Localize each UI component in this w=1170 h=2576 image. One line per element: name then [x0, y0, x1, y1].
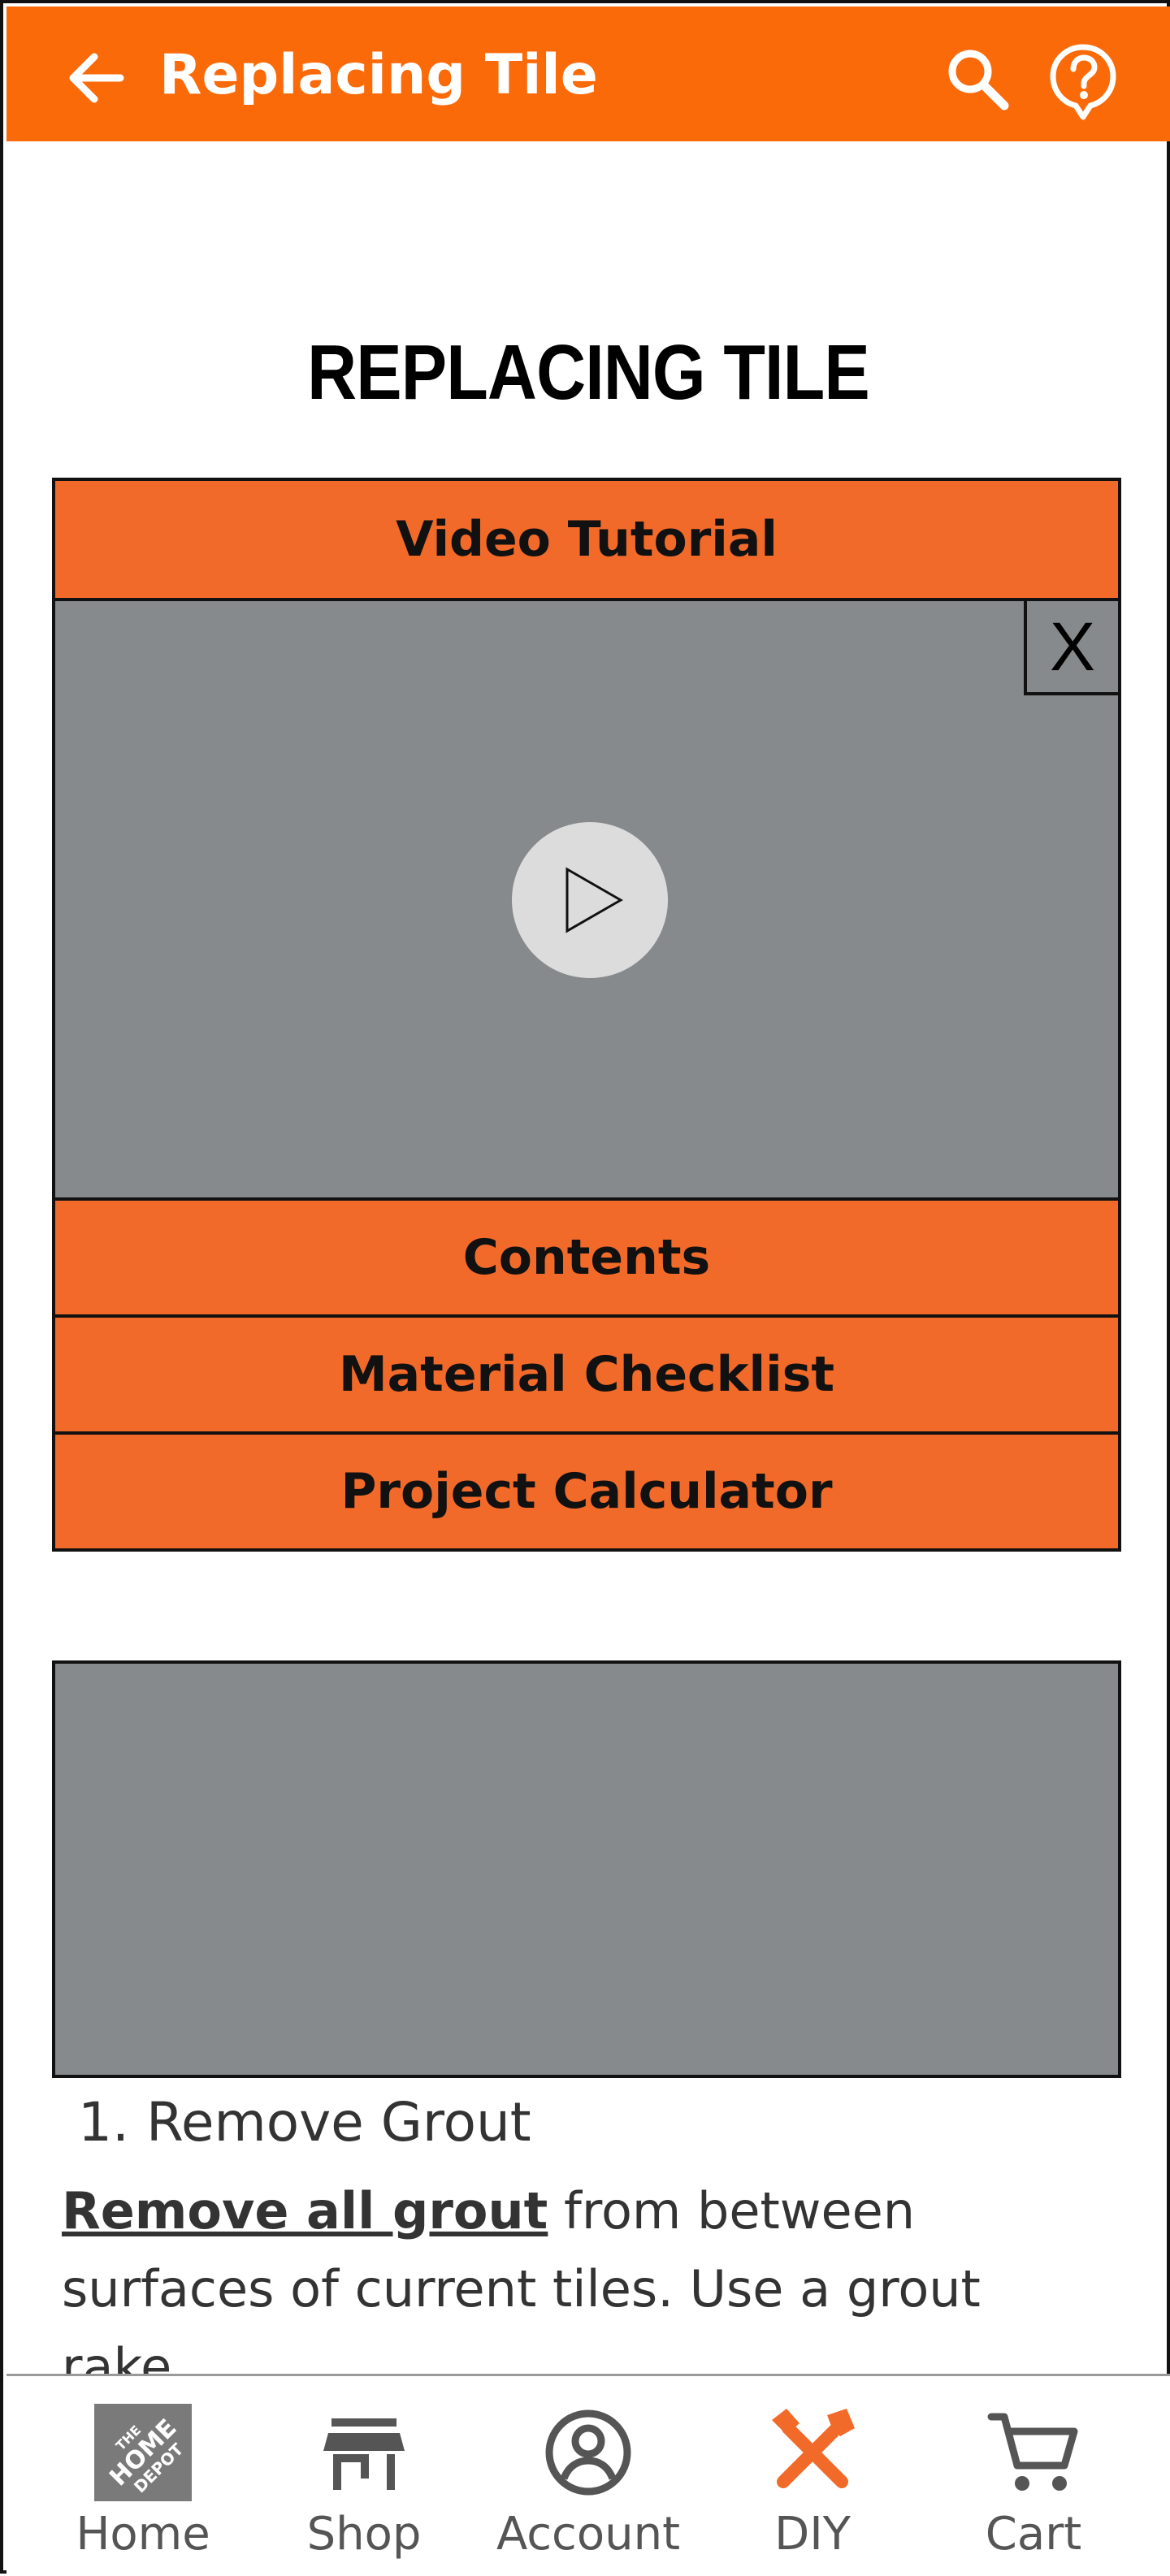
tools-icon: [764, 2404, 861, 2501]
app-bar-title: Replacing Tile: [159, 43, 598, 107]
nav-label-cart: Cart: [985, 2508, 1082, 2561]
nav-label-account: Account: [496, 2508, 681, 2561]
project-accordion: Video Tutorial X Contents Material Check…: [52, 478, 1121, 1552]
step-image: [52, 1660, 1121, 2078]
step-emphasis-link[interactable]: Remove all grout: [62, 2181, 548, 2240]
step-description: Remove all grout from between surfaces o…: [62, 2172, 1118, 2406]
play-button[interactable]: [512, 822, 668, 978]
arrow-left-icon[interactable]: [63, 45, 128, 110]
bottom-nav: THE HOME DEPOT Home Shop Account DIY Car…: [6, 2374, 1170, 2576]
video-player[interactable]: X: [55, 598, 1118, 1197]
contents-header[interactable]: Contents: [55, 1197, 1118, 1314]
nav-item-shop[interactable]: Shop: [266, 2376, 462, 2576]
store-icon: [315, 2404, 413, 2501]
nav-label-home: Home: [76, 2508, 210, 2561]
project-calculator-header[interactable]: Project Calculator: [55, 1431, 1118, 1548]
app-frame: Replacing Tile REPLACING TILE Video Tuto…: [0, 0, 1170, 2576]
nav-item-cart[interactable]: Cart: [936, 2376, 1131, 2576]
nav-label-diy: DIY: [774, 2508, 851, 2561]
cart-icon: [985, 2404, 1082, 2501]
close-video-button[interactable]: X: [1024, 601, 1118, 695]
nav-label-shop: Shop: [306, 2508, 422, 2561]
account-icon: [540, 2404, 637, 2501]
app-bar: Replacing Tile: [6, 6, 1170, 141]
nav-item-account[interactable]: Account: [491, 2376, 686, 2576]
video-tutorial-header[interactable]: Video Tutorial: [55, 481, 1118, 598]
home-depot-logo-icon: THE HOME DEPOT: [94, 2404, 192, 2501]
search-icon[interactable]: [941, 42, 1014, 115]
material-checklist-header[interactable]: Material Checklist: [55, 1314, 1118, 1431]
nav-item-diy[interactable]: DIY: [715, 2376, 910, 2576]
help-icon[interactable]: [1046, 41, 1120, 122]
nav-item-home[interactable]: THE HOME DEPOT Home: [46, 2376, 240, 2576]
step-title: 1. Remove Grout: [78, 2091, 531, 2154]
play-icon: [566, 867, 624, 933]
page-title: REPLACING TILE: [307, 329, 870, 416]
